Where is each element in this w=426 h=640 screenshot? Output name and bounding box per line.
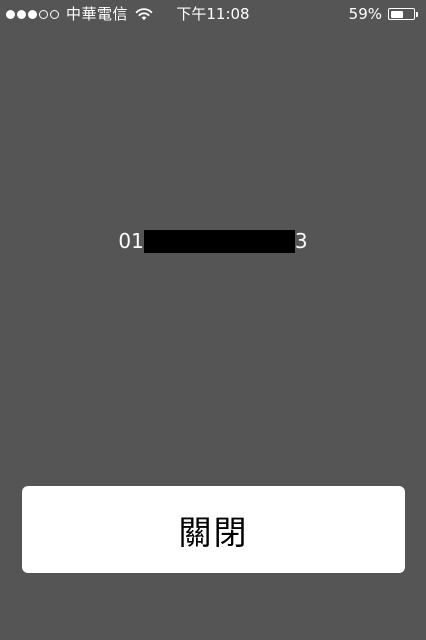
phone-number-prefix: 01 [118, 229, 144, 253]
status-right: 59% [349, 5, 418, 23]
battery-tip [416, 11, 418, 17]
phone-number: 01 3 [0, 228, 426, 254]
phone-number-suffix: 3 [294, 229, 308, 253]
screen: 中華電信 下午11:08 59% 01 3 關閉 [0, 0, 426, 640]
close-button-label: 關閉 [178, 512, 249, 552]
status-bar: 中華電信 下午11:08 59% [0, 0, 426, 28]
battery-level-fill [390, 10, 404, 18]
battery-percentage: 59% [348, 5, 382, 23]
redaction-block [143, 229, 295, 253]
close-button[interactable]: 關閉 [22, 486, 405, 573]
battery-icon [388, 8, 415, 20]
